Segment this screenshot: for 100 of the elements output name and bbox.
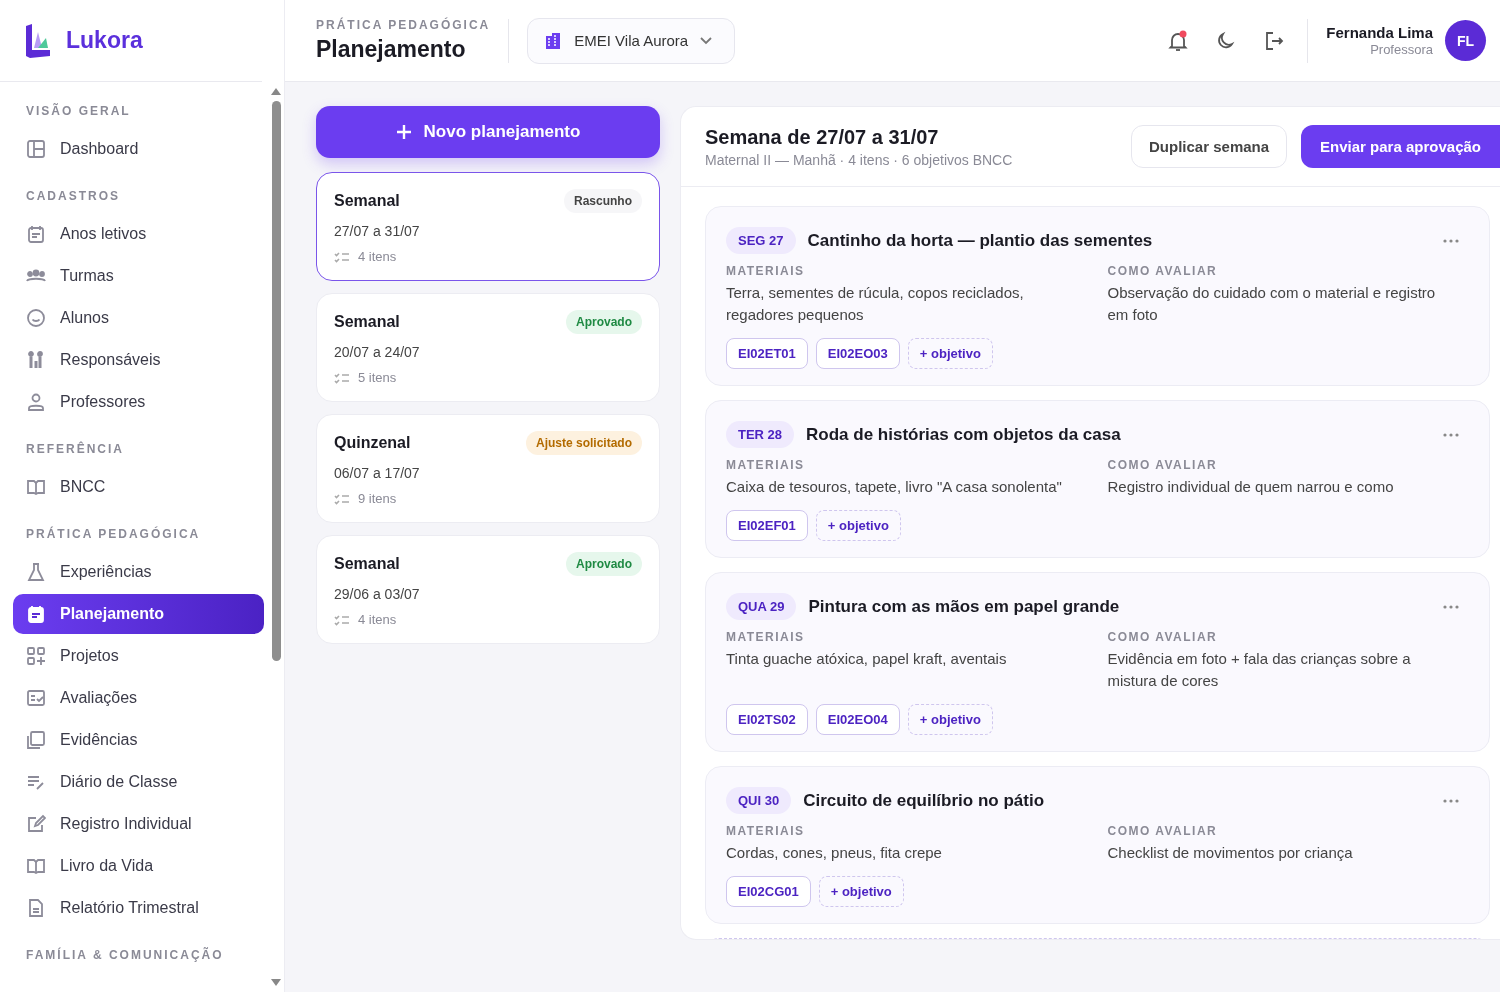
- day-badge: SEG 27: [726, 227, 796, 254]
- more-icon[interactable]: [1443, 432, 1459, 437]
- sidebar-item[interactable]: Planejamento: [13, 594, 264, 634]
- checklist-icon: [334, 250, 350, 263]
- item-count: 4 itens: [358, 249, 397, 264]
- more-icon[interactable]: [1443, 238, 1459, 243]
- objective-tag[interactable]: EI02EO04: [815, 704, 900, 735]
- field-label: COMO AVALIAR: [1107, 264, 1219, 278]
- sidebar-item[interactable]: Relatório Trimestral: [13, 888, 264, 928]
- submit-approval-button[interactable]: Enviar para aprovação: [1301, 125, 1500, 168]
- add-objective-button[interactable]: + objetivo: [815, 510, 901, 541]
- sidebar-item[interactable]: Experiências: [13, 552, 264, 592]
- add-objective-button[interactable]: + objetivo: [907, 704, 993, 735]
- plan-type: Quinzenal: [334, 434, 411, 452]
- sidebar-item[interactable]: Anos letivos: [13, 214, 264, 254]
- section-heading: FAMÍLIA & COMUNICAÇÃO: [25, 948, 225, 962]
- checklist-icon: [334, 492, 350, 505]
- building-icon: [544, 31, 563, 50]
- activity-title: Roda de histórias com objetos da casa: [806, 424, 1121, 445]
- field-label: MATERIAIS: [726, 630, 806, 644]
- field-label: MATERIAIS: [726, 824, 806, 838]
- sidebar-item[interactable]: Projetos: [13, 636, 264, 676]
- evaluation-text: Evidência em foto + fala das crianças sobre a mistura de cores: [1107, 649, 1412, 691]
- new-plan-button[interactable]: Novo planejamento: [316, 106, 660, 158]
- flask-icon: [26, 562, 46, 582]
- activity-title: Cantinho da horta — plantio das sementes: [807, 230, 1153, 251]
- objective-tag[interactable]: EI02EF01: [726, 510, 808, 541]
- sidebar-item[interactable]: Professores: [13, 382, 264, 422]
- objective-tag[interactable]: EI02TS02: [726, 704, 808, 735]
- chevron-down-icon: [700, 36, 713, 45]
- evaluation-text: Registro individual de quem narrou e como: [1107, 477, 1395, 497]
- smile-icon: [26, 308, 46, 328]
- dashboard-icon: [26, 139, 46, 159]
- doc-icon: [26, 898, 46, 918]
- section-heading: REFERÊNCIA: [25, 442, 125, 456]
- field-label: COMO AVALIAR: [1107, 824, 1219, 838]
- sidebar-item[interactable]: Registro Individual: [13, 804, 264, 844]
- sidebar-item[interactable]: Livro da Vida: [13, 846, 264, 886]
- sidebar-item[interactable]: Turmas: [13, 256, 264, 296]
- person-icon: [26, 392, 46, 412]
- duplicate-week-button[interactable]: Duplicar semana: [1131, 125, 1288, 168]
- add-objective-button[interactable]: + objetivo: [907, 338, 993, 369]
- field-label: MATERIAIS: [726, 458, 806, 472]
- book-icon: [26, 477, 46, 497]
- activity-title: Circuito de equilíbrio no pátio: [803, 790, 1045, 811]
- plan-dates: 27/07 a 31/07: [334, 223, 421, 239]
- plan-card[interactable]: Semanal Aprovado 20/07 a 24/07 5 itens: [316, 293, 660, 402]
- field-label: MATERIAIS: [726, 264, 806, 278]
- section-heading: VISÃO GERAL: [25, 104, 132, 118]
- user-name: Fernanda Lima: [1326, 24, 1433, 41]
- field-label: COMO AVALIAR: [1107, 458, 1219, 472]
- sidebar-item[interactable]: Evidências: [13, 720, 264, 760]
- page-eyebrow: PRÁTICA PEDAGÓGICA: [316, 18, 491, 32]
- logo-icon: [24, 23, 52, 58]
- materials-text: Terra, sementes de rúcula, copos reciclados, regadores pequenos: [726, 283, 1025, 325]
- item-count: 5 itens: [358, 370, 397, 385]
- objective-tag[interactable]: EI02CG01: [726, 876, 811, 907]
- plan-dates: 29/06 a 03/07: [334, 586, 421, 602]
- plan-card[interactable]: Semanal Aprovado 29/06 a 03/07 4 itens: [316, 535, 660, 644]
- plan-card[interactable]: Semanal Rascunho 27/07 a 31/07 4 itens: [316, 172, 660, 281]
- materials-text: Tinta guache atóxica, papel kraft, aventais: [726, 649, 1008, 669]
- plan-dates: 06/07 a 17/07: [334, 465, 421, 481]
- checklist-icon: [334, 371, 350, 384]
- section-heading: CADASTROS: [25, 189, 121, 203]
- logout-icon: [1263, 29, 1286, 52]
- plan-dates: 20/07 a 24/07: [334, 344, 421, 360]
- activity-title: Pintura com as mãos em papel grande: [808, 596, 1120, 617]
- book-icon: [26, 856, 46, 876]
- objective-tag[interactable]: EI02ET01: [726, 338, 808, 369]
- sidebar-item[interactable]: Diário de Classe: [13, 762, 264, 802]
- sidebar-item[interactable]: Responsáveis: [13, 340, 264, 380]
- item-count: 9 itens: [358, 491, 397, 506]
- item-count: 4 itens: [358, 612, 397, 627]
- scroll-thumb[interactable]: [271, 101, 281, 661]
- more-icon[interactable]: [1443, 798, 1459, 803]
- sidebar-item[interactable]: Dashboard: [13, 129, 264, 169]
- status-badge: Aprovado: [566, 310, 642, 334]
- week-subtitle: Maternal II — Manhã · 4 itens · 6 objetivos BNCC: [705, 151, 1013, 168]
- school-selector[interactable]: EMEI Vila Aurora: [527, 17, 736, 64]
- avatar[interactable]: FL: [1445, 20, 1486, 61]
- week-title: Semana de 27/07 a 31/07: [705, 125, 940, 149]
- objective-tag[interactable]: EI02EO03: [815, 338, 900, 369]
- sidebar-item[interactable]: Alunos: [13, 298, 264, 338]
- checklist-icon: [334, 613, 350, 626]
- evaluation-text: Observação do cuidado com o material e registro em foto: [1107, 283, 1437, 325]
- day-badge: QUI 30: [726, 787, 792, 814]
- status-badge: Ajuste solicitado: [525, 431, 642, 455]
- add-objective-button[interactable]: + objetivo: [818, 876, 904, 907]
- plan-type: Semanal: [334, 192, 400, 210]
- day-badge: TER 28: [726, 421, 795, 448]
- family-icon: [26, 350, 46, 370]
- user-role: Professora: [1369, 42, 1433, 57]
- more-icon[interactable]: [1443, 604, 1459, 609]
- sidebar-item[interactable]: Avaliações: [13, 678, 264, 718]
- plan-type: Semanal: [334, 555, 400, 573]
- sidebar-item[interactable]: BNCC: [13, 467, 264, 507]
- day-badge: QUA 29: [726, 593, 797, 620]
- planner-icon: [26, 604, 46, 624]
- plan-card[interactable]: Quinzenal Ajuste solicitado 06/07 a 17/07 9 itens: [316, 414, 660, 523]
- app-name: Lukora: [66, 27, 143, 54]
